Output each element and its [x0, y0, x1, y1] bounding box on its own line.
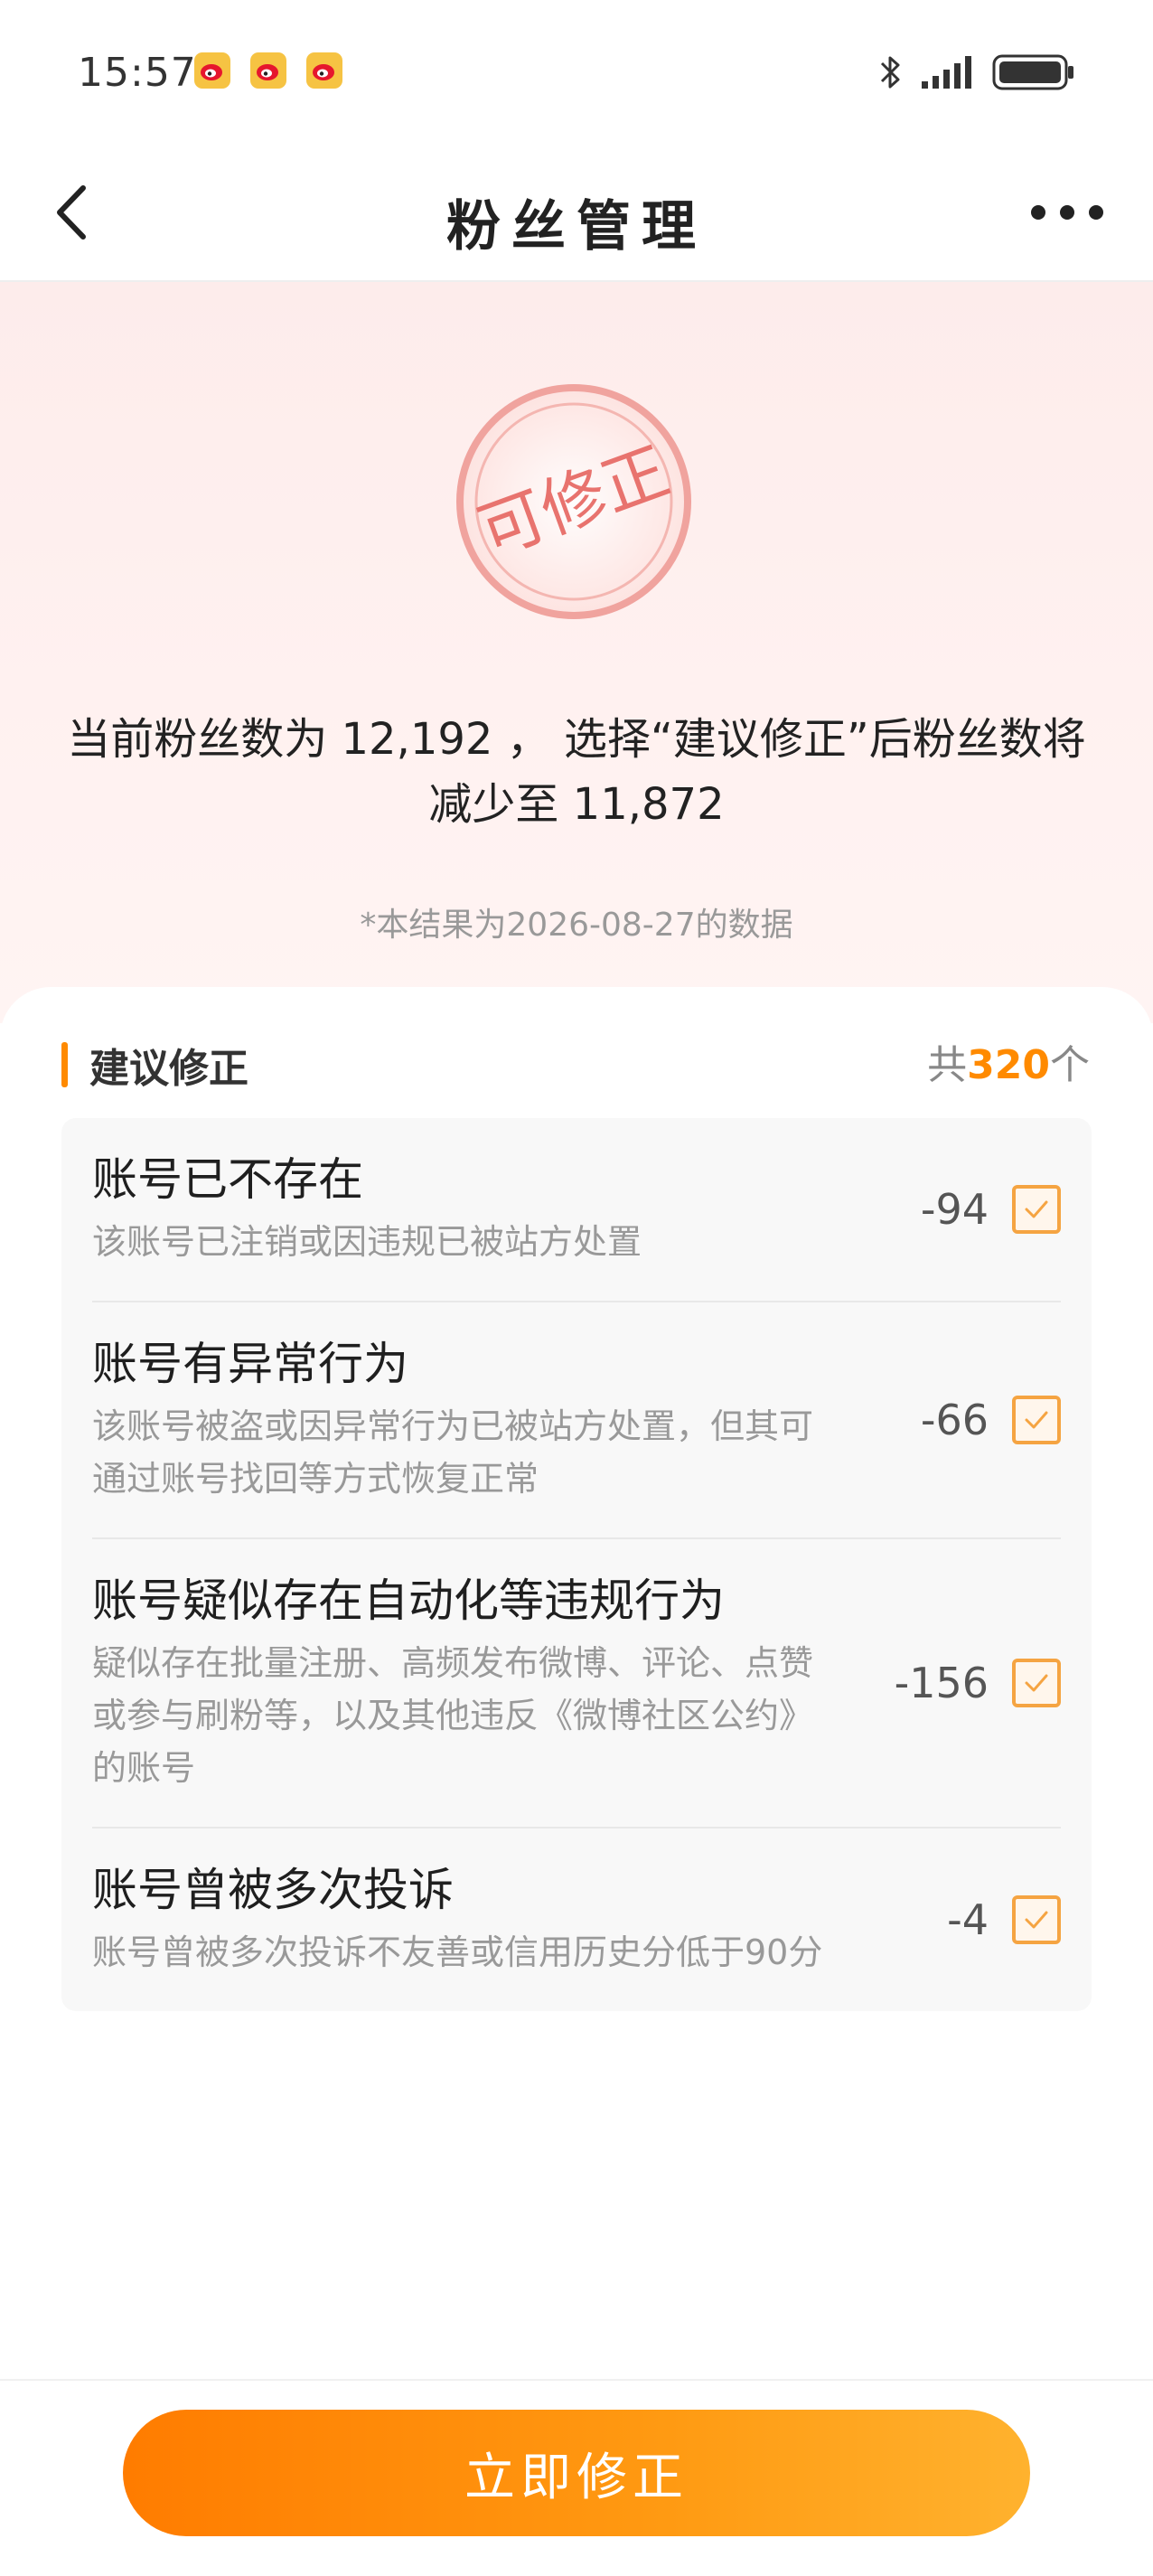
bottom-bar: 立即修正 [0, 2379, 1153, 2576]
weibo-notification-icon [306, 52, 342, 89]
weibo-notification-icon [250, 52, 286, 89]
item-count: -66 [920, 1396, 989, 1444]
item-description: 账号曾被多次投诉不友善或信用历史分低于90分 [92, 1932, 823, 1972]
checkmark-icon [1025, 1911, 1048, 1929]
item-right: -94 [921, 1118, 1061, 1301]
nav-bar: 粉丝管理 [0, 145, 1153, 282]
count-suffix: 个 [1050, 1042, 1090, 1088]
hero-section: 可修正 当前粉丝数为 12,192 ， 选择“建议修正”后粉丝数将减少至 11,… [0, 282, 1153, 1023]
item-title: 账号已不存在 [92, 1153, 363, 1206]
correctable-stamp: 可修正 [456, 384, 691, 619]
list-item[interactable]: 账号已不存在 该账号已注销或因违规已被站方处置 -94 [92, 1118, 1061, 1302]
summary-prefix: 当前粉丝数为 [67, 714, 342, 765]
bluetooth-icon [880, 56, 900, 89]
status-bar: 15:57 [0, 0, 1153, 145]
notification-icons [194, 52, 342, 89]
item-count: -156 [894, 1659, 989, 1707]
item-description: 该账号已注销或因违规已被站方处置 [92, 1222, 642, 1262]
weibo-notification-icon [194, 52, 230, 89]
battery-icon [992, 54, 1073, 90]
more-dot [1089, 205, 1103, 220]
item-count: -4 [947, 1895, 989, 1944]
item-checkbox[interactable] [1012, 1396, 1061, 1444]
more-dots-icon [1031, 205, 1045, 220]
item-checkbox[interactable] [1012, 1659, 1061, 1707]
status-icons [876, 52, 1075, 92]
count-prefix: 共 [927, 1042, 968, 1088]
list-item[interactable]: 账号曾被多次投诉 账号曾被多次投诉不友善或信用历史分低于90分 -4 [92, 1829, 1061, 2011]
checkmark-icon [1025, 1200, 1048, 1218]
status-time: 15:57 [78, 50, 197, 96]
current-fans-count: 12,192 [341, 714, 493, 765]
item-description: 该账号被盗或因异常行为已被站方处置，但其可通过账号找回等方式恢复正常 [92, 1406, 814, 1499]
count-value: 320 [967, 1042, 1050, 1088]
fans-summary: 当前粉丝数为 12,192 ， 选择“建议修正”后粉丝数将减少至 11,872 [54, 707, 1099, 837]
item-title: 账号曾被多次投诉 [92, 1864, 454, 1916]
checkmark-icon [1025, 1411, 1048, 1429]
section-header: 建议修正 [61, 1036, 248, 1094]
more-dot [1060, 205, 1074, 220]
item-count: -94 [920, 1185, 989, 1234]
item-checkbox[interactable] [1012, 1185, 1061, 1234]
item-description: 疑似存在批量注册、高频发布微博、评论、点赞或参与刷粉等，以及其他违反《微博社区公… [92, 1643, 814, 1788]
signal-icon [922, 56, 971, 89]
suggestion-card: 建议修正 共320个 账号已不存在 该账号已注销或因违规已被站方处置 -94 账… [0, 987, 1153, 2379]
item-right: -66 [921, 1302, 1061, 1537]
total-count: 共320个 [927, 1032, 1090, 1090]
checkmark-icon [1025, 1674, 1048, 1692]
data-date-note: *本结果为2026-08-27的数据 [360, 907, 793, 944]
more-button[interactable] [1017, 172, 1117, 253]
page-title: 粉丝管理 [446, 195, 707, 259]
reduced-fans-count: 11,872 [572, 779, 725, 830]
suggestion-list: 账号已不存在 该账号已注销或因违规已被站方处置 -94 账号有异常行为 该账号被… [61, 1118, 1092, 2011]
item-checkbox[interactable] [1012, 1895, 1061, 1944]
item-right: -156 [895, 1539, 1061, 1827]
fix-now-button[interactable]: 立即修正 [123, 2410, 1030, 2536]
list-item[interactable]: 账号疑似存在自动化等违规行为 疑似存在批量注册、高频发布微博、评论、点赞或参与刷… [92, 1539, 1061, 1829]
section-title: 建议修正 [89, 1046, 248, 1092]
section-accent-bar [61, 1042, 68, 1087]
item-right: -4 [947, 1829, 1061, 2011]
list-item[interactable]: 账号有异常行为 该账号被盗或因异常行为已被站方处置，但其可通过账号找回等方式恢复… [92, 1302, 1061, 1539]
item-title: 账号有异常行为 [92, 1338, 408, 1390]
summary-middle: ， 选择“建议修正”后粉丝数将减少至 [428, 714, 1086, 830]
